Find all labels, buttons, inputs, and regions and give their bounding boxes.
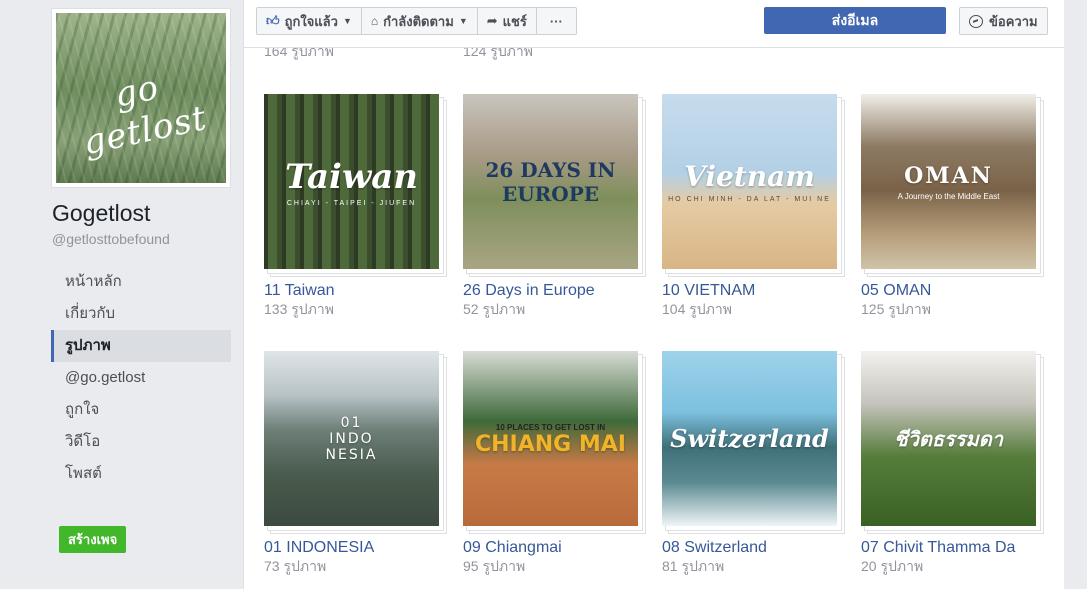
album-cover-stack[interactable]: 26 DAYS IN EUROPE: [463, 94, 646, 277]
create-page-button[interactable]: สร้างเพจ: [59, 526, 127, 553]
album-cover[interactable]: Taiwan CHIAYI - TAIPEI - JIUFEN: [264, 94, 439, 269]
album-cover-stack[interactable]: Switzerland: [662, 351, 845, 534]
album-cover[interactable]: Switzerland: [662, 351, 837, 526]
album-cover-stack[interactable]: Vietnam HO CHI MINH - DA LAT - MUI NE: [662, 94, 845, 277]
share-arrow-icon: ➦: [486, 13, 498, 28]
album-cover[interactable]: Vietnam HO CHI MINH - DA LAT - MUI NE: [662, 94, 837, 269]
photos-main: 👍︎ ถูกใจแล้ว ▼ ⌂ กำลังติดตาม ▼ ➦ แชร์ ··…: [243, 0, 1064, 589]
album-photo-count: 133 รูปภาพ: [264, 301, 334, 317]
nav-item-about[interactable]: เกี่ยวกับ: [51, 298, 231, 330]
album-card[interactable]: Taiwan CHIAYI - TAIPEI - JIUFEN 11 Taiwa…: [264, 94, 449, 318]
like-label: ถูกใจแล้ว: [284, 13, 338, 29]
nav-item-home[interactable]: หน้าหลัก: [51, 266, 231, 298]
send-email-button[interactable]: ส่งอีเมล: [764, 7, 946, 34]
album-cover[interactable]: OMAN A Journey to the Middle East: [861, 94, 1036, 269]
cover-logo-text: go getlost: [79, 67, 211, 164]
message-button[interactable]: ข้อความ: [959, 7, 1048, 35]
chevron-down-icon: ▼: [458, 16, 468, 26]
chevron-down-icon: ▼: [342, 16, 352, 26]
album-card[interactable]: 10 PLACES TO GET LOST IN CHIANG MAI 09 C…: [463, 351, 648, 575]
share-label: แชร์: [502, 13, 527, 29]
album-card[interactable]: ชีวิตธรรมดา 07 Chivit Thamma Da 20 รูปภา…: [861, 351, 1046, 575]
album-cover-stack[interactable]: ชีวิตธรรมดา: [861, 351, 1044, 534]
album-photo-count: 73 รูปภาพ: [264, 558, 327, 574]
messenger-icon: [969, 14, 983, 28]
like-button[interactable]: 👍︎ ถูกใจแล้ว ▼: [257, 8, 362, 34]
album-title-link[interactable]: 11 Taiwan: [264, 281, 449, 300]
nav-item-likes[interactable]: ถูกใจ: [51, 394, 231, 426]
album-photo-count: 81 รูปภาพ: [662, 558, 725, 574]
album-card[interactable]: 26 DAYS IN EUROPE 26 Days in Europe 52 ร…: [463, 94, 648, 318]
nav-item-posts[interactable]: โพสต์: [51, 458, 231, 490]
album-card[interactable]: Switzerland 08 Switzerland 81 รูปภาพ: [662, 351, 847, 575]
follow-button[interactable]: ⌂ กำลังติดตาม ▼: [362, 8, 478, 34]
nav-item-instagram[interactable]: @go.getlost: [51, 362, 150, 394]
album-cover-stack[interactable]: Taiwan CHIAYI - TAIPEI - JIUFEN: [264, 94, 447, 277]
album-card[interactable]: 01 INDO NESIA 01 INDONESIA 73 รูปภาพ: [264, 351, 449, 575]
album-title-link[interactable]: 05 OMAN: [861, 281, 1046, 300]
album-cover-stack[interactable]: 10 PLACES TO GET LOST IN CHIANG MAI: [463, 351, 646, 534]
album-cover-stack[interactable]: 01 INDO NESIA: [264, 351, 447, 534]
album-title-link[interactable]: 09 Chiangmai: [463, 538, 648, 557]
album-title-link[interactable]: 01 INDONESIA: [264, 538, 449, 557]
page-name[interactable]: Gogetlost: [52, 200, 150, 227]
album-cover[interactable]: 10 PLACES TO GET LOST IN CHIANG MAI: [463, 351, 638, 526]
album-card[interactable]: OMAN A Journey to the Middle East 05 OMA…: [861, 94, 1046, 318]
album-title-link[interactable]: 26 Days in Europe: [463, 281, 648, 300]
album-cover-stack[interactable]: OMAN A Journey to the Middle East: [861, 94, 1044, 277]
follow-label: กำลังติดตาม: [383, 13, 454, 29]
page-handle[interactable]: @getlosttobefound: [52, 231, 170, 247]
nav-item-videos[interactable]: วิดีโอ: [51, 426, 231, 458]
album-title-link[interactable]: 10 VIETNAM: [662, 281, 847, 300]
page-action-bar: 👍︎ ถูกใจแล้ว ▼ ⌂ กำลังติดตาม ▼ ➦ แชร์ ··…: [244, 0, 1064, 48]
album-title-link[interactable]: 08 Switzerland: [662, 538, 847, 557]
page-nav: หน้าหลัก เกี่ยวกับ รูปภาพ @go.getlost ถู…: [51, 266, 231, 490]
album-card[interactable]: Vietnam HO CHI MINH - DA LAT - MUI NE 10…: [662, 94, 847, 318]
rss-icon: ⌂: [370, 14, 379, 28]
album-cover[interactable]: 26 DAYS IN EUROPE: [463, 94, 638, 269]
album-photo-count: 52 รูปภาพ: [463, 301, 526, 317]
page-actions: 👍︎ ถูกใจแล้ว ▼ ⌂ กำลังติดตาม ▼ ➦ แชร์ ··…: [256, 7, 577, 35]
share-button[interactable]: ➦ แชร์: [478, 8, 537, 34]
album-photo-count: 104 รูปภาพ: [662, 301, 732, 317]
profile-picture-image: go getlost: [56, 13, 226, 183]
nav-item-photos[interactable]: รูปภาพ: [51, 330, 231, 362]
profile-picture[interactable]: go getlost: [51, 8, 231, 188]
thumbs-up-icon: 👍︎: [266, 13, 280, 28]
album-photo-count: 20 รูปภาพ: [861, 558, 924, 574]
album-photo-count: 125 รูปภาพ: [861, 301, 931, 317]
album-cover[interactable]: 01 INDO NESIA: [264, 351, 439, 526]
message-label: ข้อความ: [989, 13, 1038, 29]
album-title-link[interactable]: 07 Chivit Thamma Da: [861, 538, 1046, 557]
album-cover[interactable]: ชีวิตธรรมดา: [861, 351, 1036, 526]
more-button[interactable]: ···: [537, 8, 576, 34]
album-photo-count: 95 รูปภาพ: [463, 558, 526, 574]
page-sidebar: go getlost Gogetlost @getlosttobefound ห…: [0, 0, 243, 589]
